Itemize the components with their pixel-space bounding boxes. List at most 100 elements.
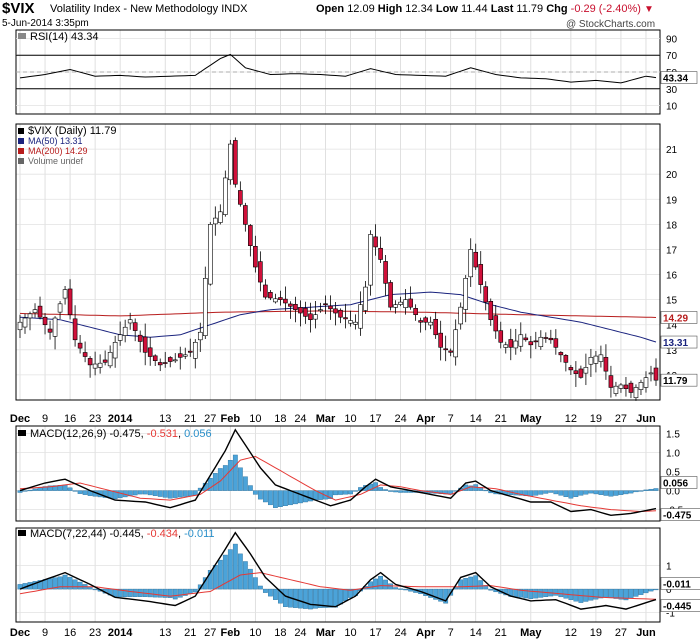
macd-histogram-bar [538, 490, 544, 495]
candle-down [258, 261, 263, 283]
macd-histogram-bar [608, 490, 614, 497]
x-tick-label: 7 [448, 413, 454, 425]
candle-down [548, 337, 554, 341]
candle-down [162, 362, 168, 364]
macd-histogram-bar [583, 588, 589, 602]
candle-down [473, 251, 479, 268]
candle-down [443, 348, 448, 351]
candle-up [403, 299, 408, 308]
x-tick-label: 9 [42, 413, 48, 425]
candle-down [433, 319, 438, 336]
macd-legend-swatch [18, 530, 26, 536]
candle-up [358, 304, 363, 329]
candle-up [353, 321, 358, 325]
macd-histogram-bar [383, 579, 388, 590]
candle-up [62, 289, 68, 299]
price-legend-swatch [18, 138, 24, 144]
macd-histogram-bar [543, 490, 549, 494]
macd-histogram-bar [588, 490, 594, 494]
x-tick-label: 7 [448, 627, 454, 639]
x-tick-label: 24 [394, 413, 406, 425]
macd-histogram-bar [212, 565, 218, 590]
macd-histogram-bar [117, 490, 123, 499]
panel-frame [15, 527, 661, 623]
candle-down [42, 316, 48, 326]
price-tick-label: 19 [666, 195, 678, 206]
candle-down [343, 317, 348, 320]
macd-histogram-bar [77, 581, 83, 590]
macd-histogram-bar [343, 588, 348, 602]
macd-histogram-bar [257, 490, 263, 500]
macd-histogram-bar [267, 490, 273, 506]
candle-down [438, 332, 443, 348]
macd-histogram-bar [338, 490, 343, 495]
candle-down [142, 336, 148, 353]
x-tick-label: 14 [470, 413, 482, 425]
price-legend-swatch [18, 158, 24, 164]
x-tick-label: 19 [590, 413, 602, 425]
candle-up [117, 334, 123, 341]
x-tick-label: 12 [565, 627, 577, 639]
candle-up [92, 363, 98, 369]
macd-histogram-bar [343, 490, 348, 495]
panel-frame [15, 425, 661, 522]
candle-down [523, 337, 529, 341]
macd-histogram-bar [558, 588, 564, 598]
macd-histogram-bar [533, 490, 539, 496]
macd-histogram-bar [638, 490, 644, 492]
macd-histogram-bar [212, 473, 218, 491]
candle-down [563, 355, 569, 363]
price-legend-entry: MA(50) 13.31 [28, 136, 83, 146]
candle-up [398, 301, 403, 305]
x-tick-label: 24 [294, 413, 306, 425]
macd-histogram-bar [328, 588, 333, 608]
macd-histogram-bar [338, 588, 343, 605]
candle-down [293, 303, 298, 310]
macd-histogram-bar [558, 490, 564, 496]
macd-histogram-bar [513, 588, 519, 598]
macd-histogram-bar [72, 579, 78, 590]
macd-histogram-bar [393, 587, 398, 590]
macd-histogram-bar [643, 588, 649, 594]
candle-down [483, 286, 489, 303]
price-tick-label: 16 [666, 271, 678, 282]
x-tick-label: Jun [636, 627, 656, 639]
macd-histogram-bar [403, 588, 409, 591]
macd-histogram-bar [182, 490, 188, 497]
macd-histogram-bar [242, 476, 248, 491]
price-legend-entry: MA(200) 14.29 [28, 146, 88, 156]
candle-down [603, 357, 609, 372]
candle-down [263, 284, 268, 298]
macd-histogram-bar [77, 490, 83, 494]
macd-histogram-bar [383, 489, 388, 491]
macd-histogram-bar [267, 588, 273, 597]
candle-up [223, 177, 228, 215]
candle-down [157, 362, 163, 366]
x-tick-label: 10 [249, 627, 261, 639]
candle-down [338, 309, 343, 318]
candle-up [348, 320, 353, 324]
rsi-legend: RSI(14) 43.34 [30, 31, 98, 43]
macd-histogram-bar [298, 490, 303, 504]
macd-histogram-bar [227, 460, 233, 491]
macd-histogram-bar [152, 588, 158, 598]
candle-up [618, 384, 624, 389]
price-last-value: 11.79 [663, 376, 688, 387]
macd-histogram-bar [633, 490, 639, 493]
candle-down [102, 359, 108, 363]
x-tick-label: 27 [615, 413, 627, 425]
candle-down [268, 292, 273, 299]
candle-down [238, 190, 243, 205]
macd-histogram-bar [303, 588, 308, 609]
x-tick-label: 13 [159, 413, 171, 425]
macd-histogram-bar [237, 467, 243, 491]
x-tick-label: 18 [274, 627, 286, 639]
macd-histogram-bar [262, 490, 268, 503]
x-tick-label: 24 [294, 627, 306, 639]
macd-histogram-bar [393, 490, 398, 493]
macd-histogram-bar [578, 490, 584, 496]
x-tick-label: Dec [10, 627, 30, 639]
macd-histogram-bar [628, 588, 634, 599]
macd-histogram-bar [588, 588, 594, 601]
rsi-tick-label: 90 [666, 34, 678, 45]
